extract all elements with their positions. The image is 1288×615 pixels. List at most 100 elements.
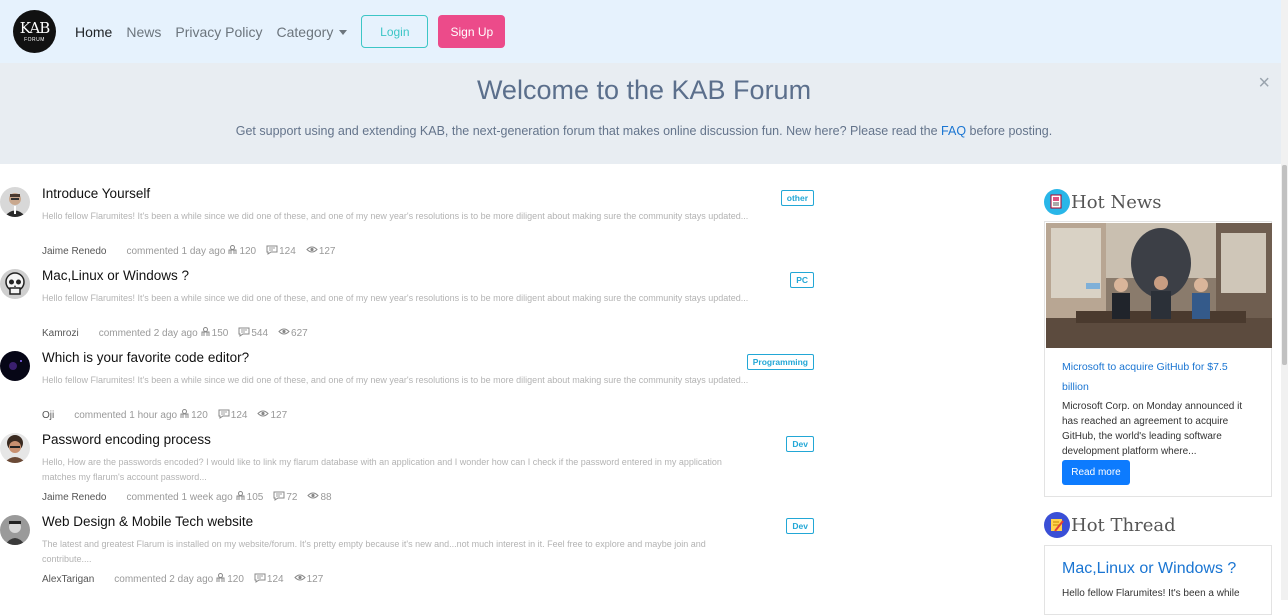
- news-card: Microsoft to acquire GitHub for $7.5 bil…: [1044, 221, 1272, 497]
- hot-thread-card: Mac,Linux or Windows ? Hello fellow Flar…: [1044, 545, 1272, 615]
- comment-count: 124: [254, 572, 284, 586]
- view-count: 88: [307, 491, 332, 503]
- like-icon: [179, 408, 191, 422]
- logo-subtext: FORUM: [24, 36, 45, 43]
- like-count-value: 120: [227, 573, 244, 585]
- read-more-button[interactable]: Read more: [1062, 460, 1130, 485]
- sidebar: Hot News Microsoft to acquire GitHub for…: [1044, 188, 1274, 615]
- discussion-author[interactable]: Oji: [42, 410, 54, 421]
- hot-thread-title: Hot Thread: [1071, 514, 1176, 536]
- faq-link[interactable]: FAQ: [941, 124, 966, 138]
- like-count: 150: [200, 326, 229, 340]
- discussion-title[interactable]: Introduce Yourself: [42, 186, 150, 201]
- view-count-value: 127: [318, 245, 336, 257]
- welcome-banner: Welcome to the KAB Forum Get support usi…: [0, 63, 1288, 164]
- discussion-time: commented 1 hour ago: [74, 409, 178, 421]
- discussion-item[interactable]: Mac,Linux or Windows ? Hello fellow Flaru…: [0, 265, 820, 347]
- news-summary: Microsoft Corp. on Monday announced it h…: [1062, 401, 1243, 457]
- scrollbar-thumb[interactable]: [1282, 165, 1287, 365]
- welcome-title: Welcome to the KAB Forum: [476, 75, 812, 105]
- view-count: 127: [306, 245, 336, 257]
- discussion-item[interactable]: Introduce Yourself Hello fellow Flarumite…: [0, 183, 820, 265]
- nav-privacy-policy[interactable]: Privacy Policy: [175, 24, 262, 40]
- comment-icon: [238, 326, 251, 340]
- eye-icon: [293, 573, 307, 585]
- discussion-excerpt: Hello, How are the passwords encoded? I …: [42, 457, 722, 482]
- like-count: 120: [215, 572, 244, 586]
- hot-news-header: Hot News: [1044, 188, 1274, 216]
- view-count: 127: [293, 573, 324, 585]
- like-count-value: 150: [211, 327, 229, 339]
- avatar[interactable]: [0, 515, 30, 545]
- avatar[interactable]: [0, 269, 30, 299]
- discussion-item[interactable]: Which is your favorite code editor? Hello…: [0, 347, 820, 429]
- discussion-tag[interactable]: PC: [790, 272, 814, 288]
- comment-icon: [273, 490, 286, 504]
- discussion-list: Introduce Yourself Hello fellow Flarumite…: [0, 183, 820, 593]
- comment-count: 124: [266, 244, 296, 258]
- discussion-title[interactable]: Web Design & Mobile Tech website: [42, 514, 253, 529]
- comment-count-value: 544: [251, 327, 269, 339]
- comment-count-value: 124: [230, 409, 248, 421]
- comment-count: 124: [218, 408, 248, 422]
- discussion-author[interactable]: Jaime Renedo: [42, 246, 106, 257]
- comment-count-value: 124: [266, 573, 284, 585]
- nav-home[interactable]: Home: [75, 24, 112, 40]
- view-count: 627: [278, 327, 308, 339]
- discussion-title[interactable]: Password encoding process: [42, 432, 211, 447]
- discussion-tag[interactable]: Dev: [786, 436, 814, 452]
- discussion-meta: Kamrozi commented 2 day ago 150 544 627: [42, 326, 318, 340]
- discussion-author[interactable]: AlexTarigan: [42, 574, 94, 585]
- like-count: 120: [179, 408, 208, 422]
- discussion-item[interactable]: Web Design & Mobile Tech website The late…: [0, 511, 820, 593]
- news-headline-link[interactable]: Microsoft to acquire GitHub for $7.5 bil…: [1062, 357, 1257, 397]
- caret-down-icon: [339, 29, 348, 35]
- avatar[interactable]: [0, 433, 30, 463]
- nav-category-dropdown[interactable]: Category: [277, 24, 348, 40]
- avatar[interactable]: [0, 187, 30, 217]
- like-count-value: 120: [239, 245, 257, 257]
- comment-count: 544: [238, 326, 268, 340]
- eye-icon: [306, 245, 319, 257]
- discussion-excerpt: The latest and greatest Flarum is instal…: [42, 539, 706, 564]
- navbar: KAB FORUM Home News Privacy Policy Categ…: [0, 0, 1288, 63]
- hot-thread-excerpt: Hello fellow Flarumites! It's been a whi…: [1062, 588, 1240, 599]
- discussion-item[interactable]: Password encoding process Hello, How are …: [0, 429, 820, 511]
- discussion-author[interactable]: Kamrozi: [42, 328, 79, 339]
- signup-button[interactable]: Sign Up: [438, 15, 506, 48]
- discussion-tag[interactable]: Programming: [746, 354, 814, 370]
- site-logo[interactable]: KAB FORUM: [13, 10, 56, 53]
- logo-text: KAB: [19, 18, 50, 37]
- nav-news[interactable]: News: [126, 24, 161, 40]
- discussion-excerpt: Hello fellow Flarumites! It's been a whi…: [42, 293, 749, 303]
- scrollbar[interactable]: [1281, 0, 1288, 600]
- like-count-value: 120: [191, 409, 208, 421]
- hot-thread-header: Hot Thread: [1044, 511, 1274, 539]
- discussion-meta: Jaime Renedo commented 1 week ago 105 72 88: [42, 490, 342, 504]
- discussion-meta: Oji commented 1 hour ago 120 124 127: [42, 408, 297, 422]
- discussion-author[interactable]: Jaime Renedo: [42, 492, 106, 503]
- discussion-title[interactable]: Which is your favorite code editor?: [42, 350, 249, 365]
- eye-icon: [307, 491, 320, 503]
- hot-thread-link[interactable]: Mac,Linux or Windows ?: [1062, 560, 1236, 578]
- discussion-tag[interactable]: other: [780, 190, 814, 206]
- like-count: 120: [227, 244, 256, 258]
- discussion-tag[interactable]: Dev: [786, 518, 814, 534]
- close-banner-button[interactable]: ×: [1258, 73, 1270, 93]
- welcome-text-before: Get support using and extending KAB, the…: [235, 124, 942, 138]
- view-count-value: 127: [270, 409, 288, 421]
- comment-count-value: 124: [279, 245, 296, 257]
- avatar[interactable]: [0, 351, 30, 381]
- hot-news-title: Hot News: [1071, 191, 1162, 213]
- view-count-value: 127: [306, 573, 324, 585]
- discussion-meta: AlexTarigan commented 2 day ago 120 124 127: [42, 572, 333, 586]
- comment-icon: [218, 408, 231, 422]
- discussion-title[interactable]: Mac,Linux or Windows ?: [42, 268, 189, 283]
- discussion-excerpt: Hello fellow Flarumites! It's been a whi…: [42, 375, 749, 385]
- view-count-value: 627: [291, 327, 308, 339]
- like-icon: [227, 244, 239, 258]
- news-image[interactable]: [1046, 223, 1272, 348]
- view-count-value: 88: [320, 491, 332, 503]
- eye-icon: [278, 327, 291, 339]
- login-button[interactable]: Login: [361, 15, 429, 48]
